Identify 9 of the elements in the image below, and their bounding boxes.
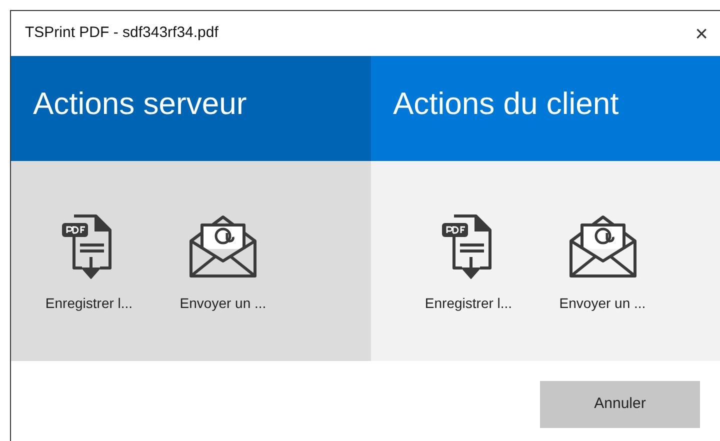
window-title: TSPrint PDF - sdf343rf34.pdf — [25, 23, 218, 44]
action-button[interactable]: Enregistrer l... — [33, 209, 145, 361]
panel-header[interactable]: Actions serveur — [11, 56, 371, 161]
action-button[interactable]: Enregistrer l... — [412, 209, 524, 361]
action-button[interactable]: Envoyer un ... — [546, 209, 658, 361]
panel-header[interactable]: Actions du client — [371, 56, 720, 161]
close-button[interactable]: × — [695, 22, 708, 44]
action-button[interactable]: Envoyer un ... — [167, 209, 279, 361]
cancel-button[interactable]: Annuler — [540, 381, 700, 428]
